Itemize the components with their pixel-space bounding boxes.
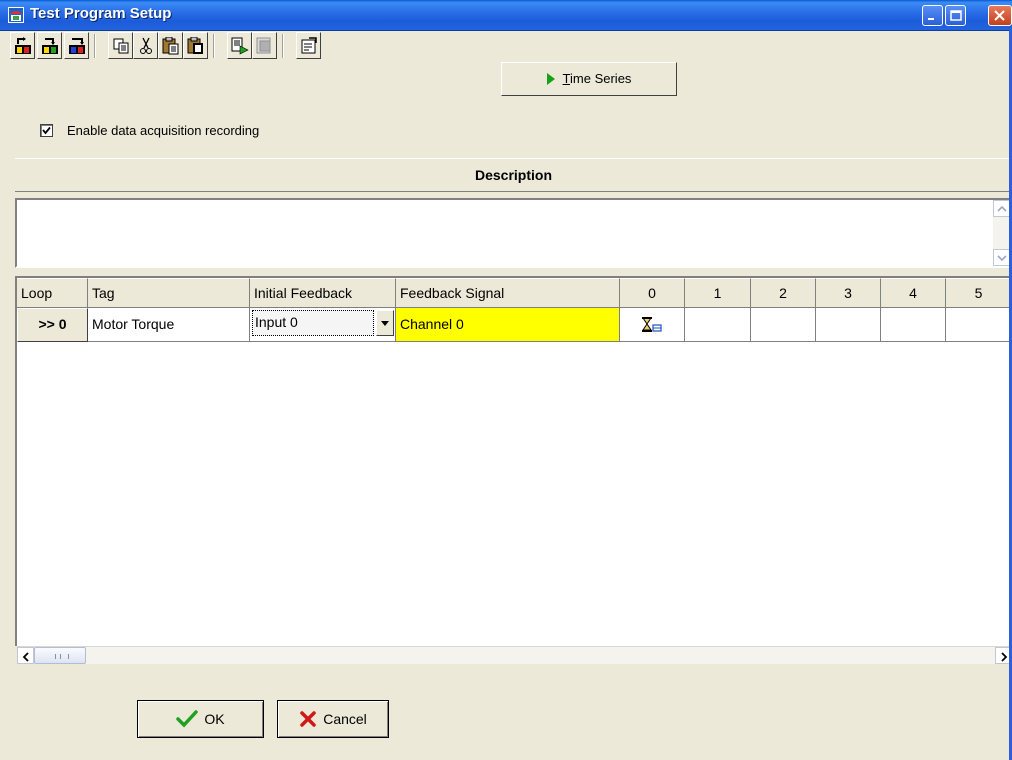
- stop-icon: [256, 37, 271, 54]
- run-button[interactable]: [227, 32, 252, 59]
- window-title: Test Program Setup: [30, 5, 172, 22]
- time-series-label-rest: ime Series: [570, 71, 632, 86]
- description-scrollbar[interactable]: [993, 200, 1010, 266]
- loop-grid[interactable]: Loop Tag Initial Feedback Feedback Signa…: [15, 276, 1012, 646]
- app-window-icon: [8, 7, 24, 23]
- paste-special-icon: [187, 37, 203, 54]
- open-button[interactable]: [37, 32, 62, 59]
- checkmark-icon: [42, 126, 51, 135]
- row-header-loop[interactable]: >> 0: [17, 308, 88, 342]
- grid-horizontal-scrollbar[interactable]: [17, 646, 1012, 664]
- paste-button[interactable]: [158, 32, 183, 59]
- column-header-loop[interactable]: Loop: [17, 278, 88, 308]
- column-header-tag[interactable]: Tag: [88, 278, 250, 308]
- description-textarea[interactable]: [15, 198, 1012, 268]
- minimize-icon: [928, 18, 934, 20]
- column-header-step-0[interactable]: 0: [620, 278, 685, 308]
- maximize-button[interactable]: [945, 5, 966, 26]
- chevron-right-icon: [1001, 652, 1008, 662]
- close-button[interactable]: [988, 5, 1012, 26]
- title-bar[interactable]: Test Program Setup: [0, 0, 1012, 31]
- x-cancel-icon: [300, 711, 316, 727]
- column-header-step-2[interactable]: 2: [751, 278, 816, 308]
- export-icon: [69, 38, 85, 54]
- step-5-cell[interactable]: [946, 308, 1012, 342]
- step-3-cell[interactable]: [816, 308, 881, 342]
- column-header-step-1[interactable]: 1: [685, 278, 751, 308]
- time-series-button[interactable]: Time Series: [501, 62, 677, 96]
- ok-label: OK: [204, 711, 225, 727]
- properties-button[interactable]: [296, 32, 321, 59]
- import-icon: [15, 37, 31, 54]
- column-header-step-4[interactable]: 4: [881, 278, 946, 308]
- cancel-button[interactable]: Cancel: [277, 700, 389, 738]
- time-series-label: Time Series: [563, 71, 632, 86]
- chevron-left-icon: [22, 652, 29, 662]
- paste-special-button[interactable]: [183, 32, 208, 59]
- maximize-icon: [950, 10, 962, 21]
- initial-feedback-value[interactable]: Input 0: [252, 310, 374, 336]
- column-header-step-5[interactable]: 5: [946, 278, 1012, 308]
- scroll-down-button[interactable]: [993, 249, 1010, 266]
- export-button[interactable]: [64, 32, 89, 59]
- close-icon: [994, 10, 1005, 21]
- open-icon: [42, 38, 58, 54]
- tag-cell[interactable]: Motor Torque: [88, 308, 250, 342]
- scroll-up-button[interactable]: [993, 200, 1010, 217]
- feedback-signal-cell[interactable]: Channel 0: [396, 308, 620, 342]
- run-icon: [231, 37, 249, 55]
- hourglass-segment-icon: [642, 317, 662, 332]
- dropdown-arrow-icon[interactable]: [376, 310, 394, 336]
- minimize-button[interactable]: [922, 5, 943, 26]
- description-header: Description: [15, 158, 1012, 192]
- column-header-initial-feedback[interactable]: Initial Feedback: [250, 278, 396, 308]
- step-1-cell[interactable]: [685, 308, 751, 342]
- scrollbar-thumb[interactable]: [34, 647, 86, 664]
- step-4-cell[interactable]: [881, 308, 946, 342]
- column-header-feedback-signal[interactable]: Feedback Signal: [396, 278, 620, 308]
- stop-button[interactable]: [252, 32, 277, 59]
- copy-icon: [113, 38, 129, 54]
- copy-button[interactable]: [108, 32, 133, 59]
- initial-feedback-dropdown[interactable]: Input 0: [250, 308, 396, 342]
- column-header-step-3[interactable]: 3: [816, 278, 881, 308]
- scroll-left-button[interactable]: [17, 647, 34, 664]
- chevron-up-icon: [997, 205, 1007, 212]
- enable-recording-label: Enable data acquisition recording: [67, 123, 260, 138]
- play-icon: [546, 72, 555, 85]
- cut-icon: [140, 37, 152, 54]
- time-series-accel: T: [562, 71, 571, 86]
- paste-icon: [162, 37, 179, 55]
- cut-button[interactable]: [133, 32, 158, 59]
- checkmark-icon: [176, 710, 199, 728]
- properties-icon: [301, 37, 317, 54]
- step-0-cell[interactable]: [620, 308, 685, 342]
- step-2-cell[interactable]: [751, 308, 816, 342]
- chevron-down-icon: [997, 255, 1007, 262]
- ok-button[interactable]: OK: [137, 700, 264, 738]
- import-button[interactable]: [10, 32, 35, 59]
- cancel-label: Cancel: [323, 711, 367, 727]
- enable-recording-checkbox[interactable]: [40, 124, 53, 137]
